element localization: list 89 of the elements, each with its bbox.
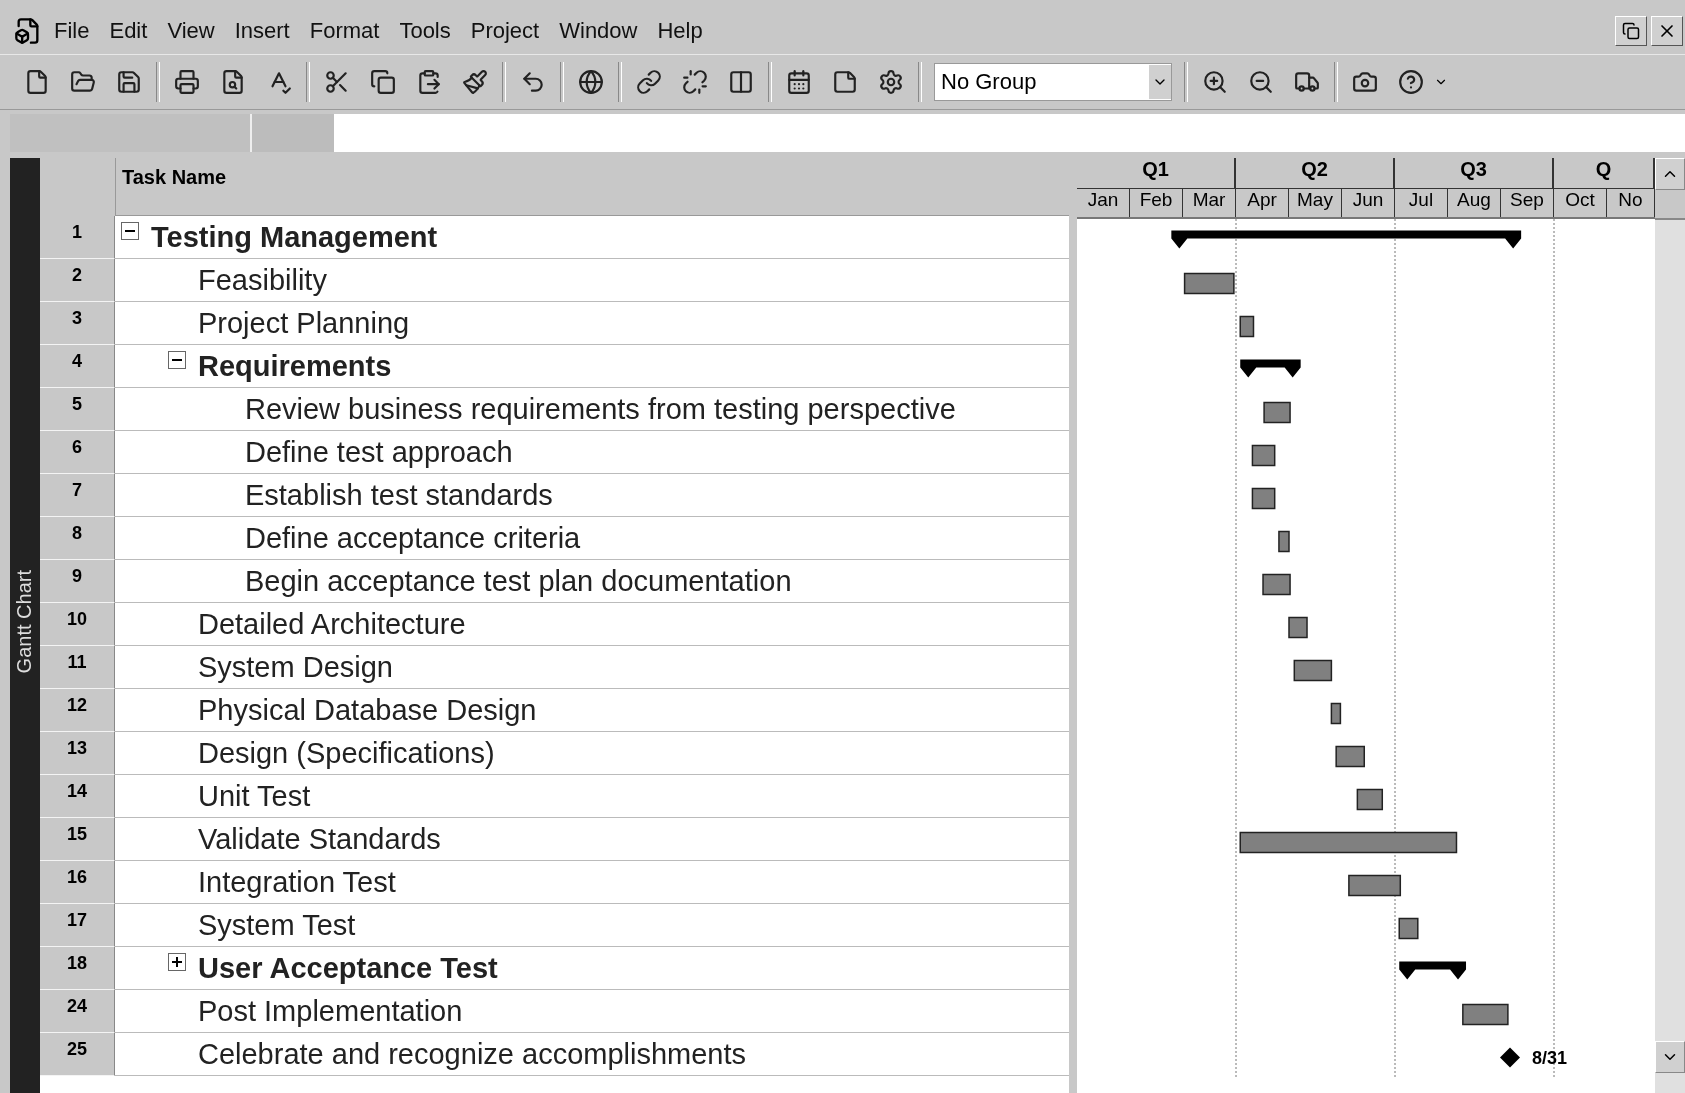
collapse-icon[interactable] [120,222,139,240]
task-bar [1251,487,1276,510]
task-name: Integration Test [197,865,396,899]
timescale-label: May [1289,189,1342,217]
row-number: 6 [39,431,115,474]
expand-icon[interactable] [167,953,186,971]
scroll-down-button[interactable] [1655,1041,1685,1073]
scroll-up-button[interactable] [1655,158,1685,190]
group-dropdown[interactable]: No Group [934,63,1172,101]
task-name: Define test approach [244,435,513,469]
task-name: Requirements [197,349,392,383]
row-number: 25 [39,1033,115,1076]
task-name: Review business requirements from testing perspective [244,392,956,426]
row-number: 13 [39,732,115,775]
menu-item[interactable]: Tools [391,18,459,44]
timescale-label: Jun [1342,189,1395,217]
restore-icon [1622,22,1640,40]
row-number: 24 [39,990,115,1033]
menu-item[interactable]: Project [462,18,548,44]
timescale-label: Jul [1395,189,1448,217]
row-number: 8 [39,517,115,560]
task-name: Testing Management [150,220,438,254]
task-bar [1398,917,1419,940]
task-bar [1239,315,1255,338]
task-name: Design (Specifications) [197,736,495,770]
row-number: 9 [39,560,115,603]
task-bar [1262,573,1291,596]
row-number: 10 [39,603,115,646]
task-bar [1251,444,1276,467]
row-number: 4 [39,345,115,388]
timescale-label: Mar [1183,189,1236,217]
row-number: 14 [39,775,115,818]
task-name: Detailed Architecture [197,607,466,641]
close-button[interactable] [1651,16,1683,46]
row-number: 11 [39,646,115,689]
timescale-label: Oct [1554,189,1607,217]
timescale-label: Feb [1130,189,1183,217]
app-icon[interactable] [14,17,42,45]
task-bar [1263,401,1291,424]
task-bar [1462,1003,1509,1026]
menu-item[interactable]: View [159,18,223,44]
timescale-label: Jan [1077,189,1130,217]
task-name: Validate Standards [197,822,441,856]
menu-item[interactable]: Help [649,18,711,44]
milestone-date: 8/31 [1532,1047,1568,1068]
task-bar [1356,788,1384,811]
view-label: Gantt Chart [13,569,37,673]
task-name: Celebrate and recognize accomplishments [197,1037,747,1071]
task-bar [1288,616,1308,639]
task-name: User Acceptance Test [197,951,498,985]
row-number: 16 [39,861,115,904]
row-number: 15 [39,818,115,861]
entry-field[interactable] [334,114,1685,152]
timescale-label: Apr [1236,189,1289,217]
task-name: Establish test standards [244,478,553,512]
task-name: System Design [197,650,393,684]
task-name: System Test [197,908,356,942]
row-number: 18 [39,947,115,990]
task-name: Begin acceptance test plan documentation [244,564,792,598]
menu-item[interactable]: File [46,18,98,44]
task-bar [1278,530,1290,553]
menu-item[interactable]: Window [551,18,646,44]
row-number: 7 [39,474,115,517]
collapse-icon[interactable] [167,351,186,369]
scroll-thumb[interactable] [1655,190,1685,220]
restore-button[interactable] [1615,16,1647,46]
task-name: Post Implementation [197,994,463,1028]
timescale-label: Sep [1501,189,1554,217]
timescale-label: Aug [1448,189,1501,217]
row-number: 12 [39,689,115,732]
task-name: Feasibility [197,263,327,297]
task-bar [1335,745,1365,768]
task-name: Unit Test [197,779,311,813]
menu-item[interactable]: Edit [101,18,156,44]
task-name: Physical Database Design [197,693,537,727]
task-name: Define acceptance criteria [244,521,581,555]
row-number: 5 [39,388,115,431]
menu-item[interactable]: Insert [226,18,298,44]
task-name: Project Planning [197,306,410,340]
task-bar [1330,702,1342,725]
summary-bar [1240,359,1301,378]
row-number: 3 [39,302,115,345]
row-number: 2 [39,259,115,302]
milestone-diamond [1500,1047,1520,1068]
row-number: 17 [39,904,115,947]
task-bar [1293,659,1333,682]
menu-item[interactable]: Format [301,18,388,44]
row-number: 1 [39,216,115,259]
summary-bar [1399,961,1466,980]
